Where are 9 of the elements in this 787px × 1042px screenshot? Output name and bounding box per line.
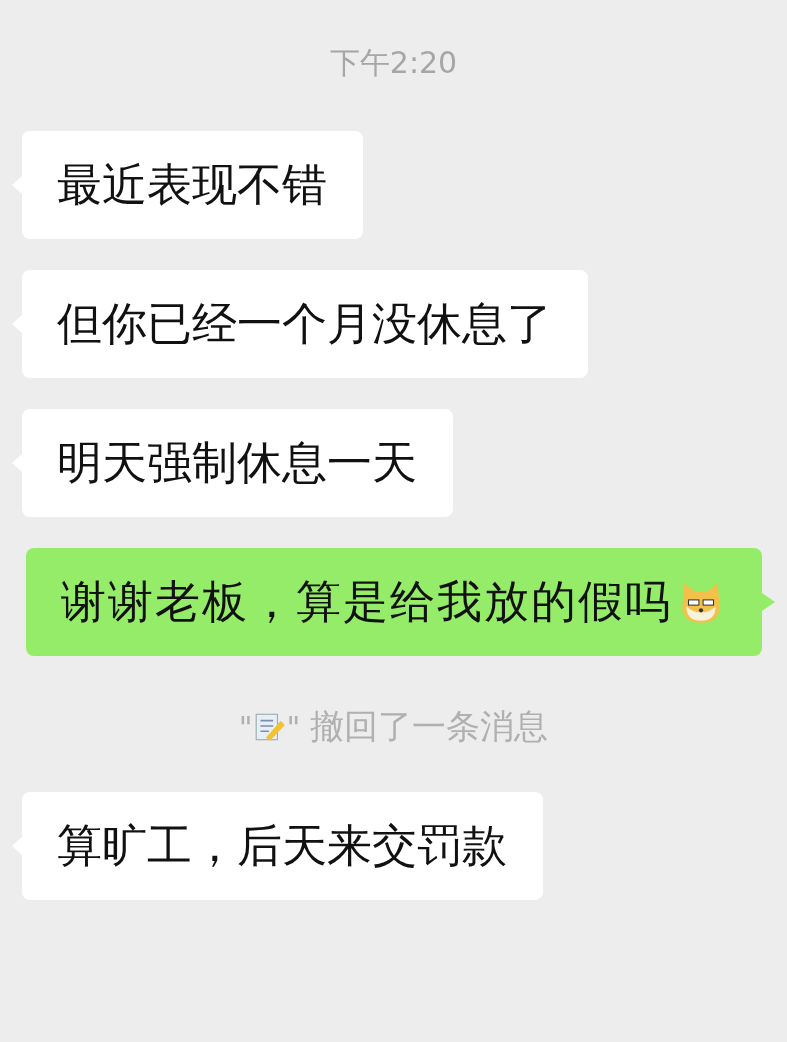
message-text: 最近表现不错 xyxy=(57,157,327,213)
message-text: 明天强制休息一天 xyxy=(57,435,417,491)
timestamp: 下午2:20 xyxy=(329,44,458,82)
message-text: 算旷工，后天来交罚款 xyxy=(57,818,507,874)
quote-mark: " xyxy=(286,709,301,745)
quote-mark: " xyxy=(238,709,253,745)
recall-notice: 撤回了一条消息 xyxy=(310,705,549,748)
message-text: 但你已经一个月没休息了 xyxy=(57,296,552,352)
message-text: 谢谢老板，算是给我放的假吗 xyxy=(61,574,672,630)
